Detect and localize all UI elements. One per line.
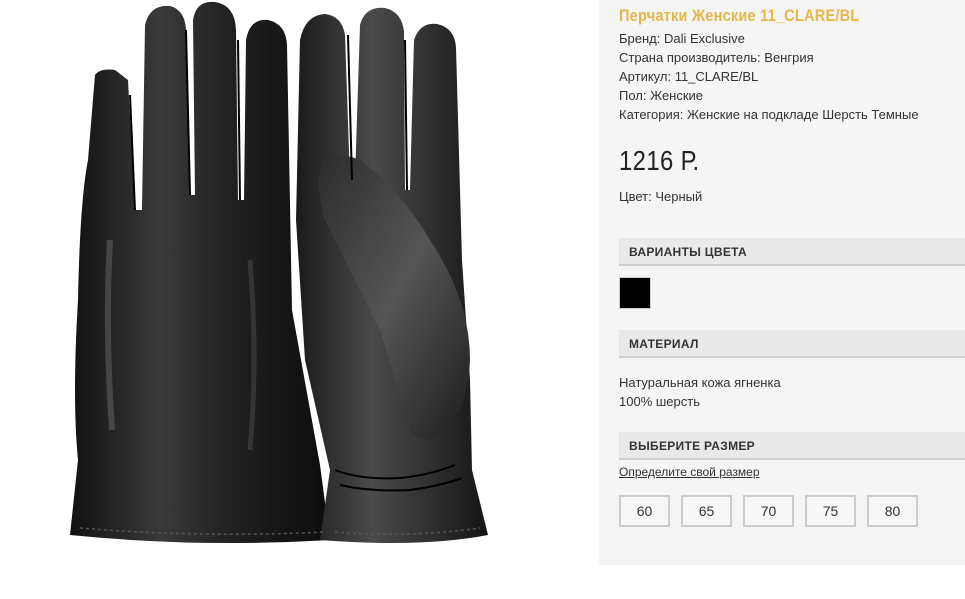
size-guide-link[interactable]: Определите свой размер — [619, 465, 760, 479]
spec-article: Артикул: 11_CLARE/BL — [619, 69, 759, 84]
section-color-variants: ВАРИАНТЫ ЦВЕТА — [619, 238, 965, 266]
product-price: 1216 Р. — [619, 145, 700, 176]
size-option[interactable]: 75 — [805, 495, 856, 527]
size-option[interactable]: 65 — [681, 495, 732, 527]
spec-brand: Бренд: Dali Exclusive — [619, 31, 745, 46]
size-options: 60 65 70 75 80 — [619, 495, 918, 527]
section-material: МАТЕРИАЛ — [619, 330, 965, 358]
spec-country: Страна производитель: Венгрия — [619, 50, 814, 65]
size-option[interactable]: 70 — [743, 495, 794, 527]
material-line: 100% шерсть — [619, 394, 700, 409]
material-line: Натуральная кожа ягненка — [619, 375, 781, 390]
product-title: Перчатки Женские 11_CLARE/BL — [619, 6, 860, 25]
spec-category: Категория: Женские на подкладе Шерсть Те… — [619, 107, 919, 122]
size-option[interactable]: 80 — [867, 495, 918, 527]
color-label: Цвет: Черный — [619, 189, 703, 204]
size-option[interactable]: 60 — [619, 495, 670, 527]
color-swatch-black[interactable] — [619, 277, 651, 309]
section-color-variants-title: ВАРИАНТЫ ЦВЕТА — [629, 245, 747, 259]
product-image — [0, 0, 600, 565]
section-size-title: ВЫБЕРИТЕ РАЗМЕР — [629, 439, 755, 453]
product-info-panel: Перчатки Женские 11_CLARE/BL Бренд: Dali… — [599, 0, 965, 565]
leather-gloves-photo — [70, 1, 488, 544]
spec-gender: Пол: Женские — [619, 88, 704, 103]
section-material-title: МАТЕРИАЛ — [629, 337, 699, 351]
section-size: ВЫБЕРИТЕ РАЗМЕР — [619, 432, 965, 460]
